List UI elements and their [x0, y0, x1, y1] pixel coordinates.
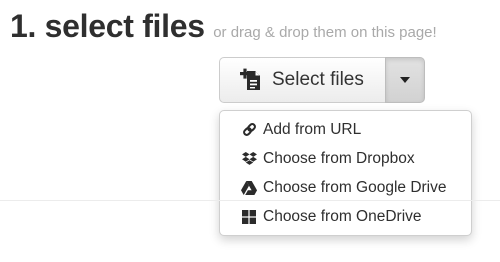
- menu-item-label: Add from URL: [263, 120, 362, 138]
- step-title: 1. select files: [10, 8, 205, 44]
- select-files-button[interactable]: Select files: [219, 57, 385, 103]
- file-add-icon: [240, 68, 262, 92]
- menu-item-label: Choose from Google Drive: [263, 178, 447, 196]
- upload-page: 1. select files or drag & drop them on t…: [0, 0, 500, 262]
- select-files-button-group: Select files: [219, 57, 425, 103]
- menu-item-dropbox[interactable]: Choose from Dropbox: [220, 144, 471, 173]
- menu-item-label: Choose from Dropbox: [263, 149, 415, 167]
- windows-icon: [241, 209, 257, 225]
- menu-item-google-drive[interactable]: Choose from Google Drive: [220, 173, 471, 202]
- source-dropdown-menu: Add from URL Choose from Dropbox Choose …: [219, 110, 472, 236]
- section-divider: [0, 200, 500, 201]
- drag-drop-hint: or drag & drop them on this page!: [213, 24, 437, 41]
- menu-item-onedrive[interactable]: Choose from OneDrive: [220, 202, 471, 231]
- dropbox-icon: [241, 151, 257, 167]
- menu-item-label: Choose from OneDrive: [263, 207, 422, 225]
- caret-down-icon: [400, 77, 410, 83]
- google-drive-icon: [241, 180, 257, 196]
- menu-item-add-from-url[interactable]: Add from URL: [220, 115, 471, 144]
- select-files-label: Select files: [272, 69, 364, 90]
- link-icon: [241, 122, 257, 138]
- dropdown-toggle-button[interactable]: [385, 57, 425, 103]
- step-header: 1. select files or drag & drop them on t…: [10, 8, 437, 45]
